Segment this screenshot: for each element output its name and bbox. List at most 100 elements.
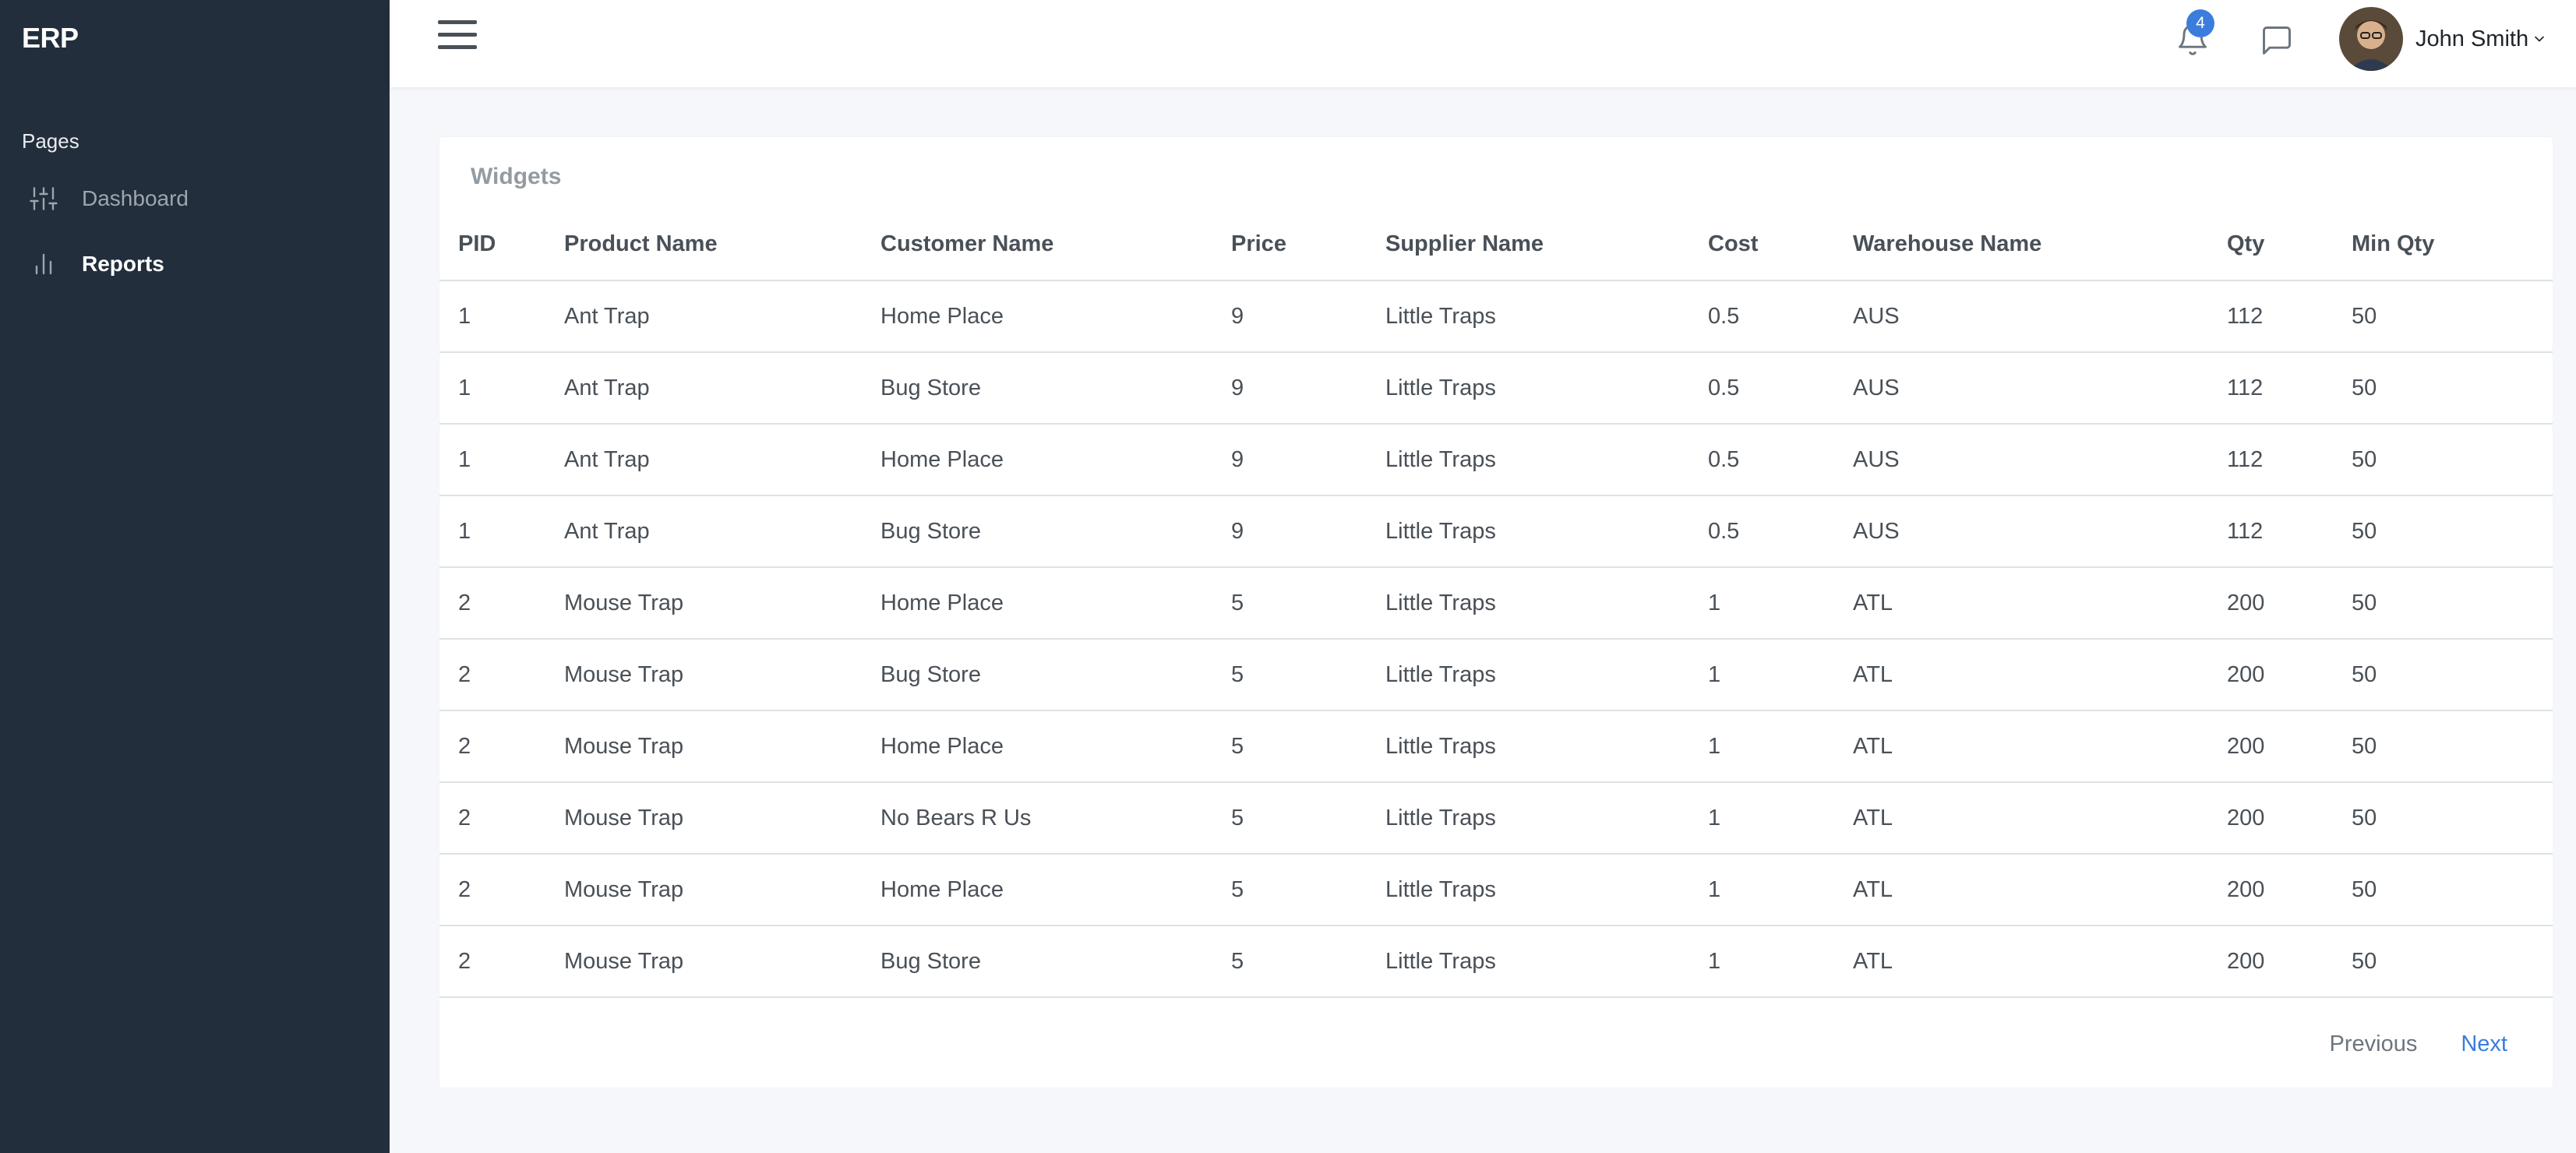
table-cell: 0.5 [1708,495,1853,568]
table-cell: 9 [1231,280,1385,353]
table-cell: Little Traps [1385,639,1708,711]
table-row: 2 Mouse Trap Bug Store 5 Little Traps 1 ATL 200… [439,639,2553,711]
table-cell: Ant Trap [564,424,880,496]
column-header: Supplier Name [1385,209,1708,281]
table-cell: Little Traps [1385,424,1708,496]
table-cell: 200 [2227,782,2352,855]
table-row: 1 Ant Trap Home Place 9 Little Traps 0.5 AUS 11… [439,424,2553,496]
table-cell: Little Traps [1385,782,1708,855]
table-cell: 1 [1708,782,1853,855]
table-cell: 112 [2227,352,2352,425]
table-cell: Little Traps [1385,495,1708,568]
column-header: PID [439,209,564,281]
table-row: 2 Mouse Trap Bug Store 5 Little Traps 1 ATL 200… [439,926,2553,998]
table-cell: 50 [2352,495,2553,568]
table-cell: Home Place [880,280,1231,353]
widgets-card: Widgets PID Product Name Customer Name P… [439,137,2553,1088]
table-cell: 1 [1708,710,1853,783]
table-cell: AUS [1853,352,2227,425]
chevron-down-icon [2535,36,2544,42]
table-cell: 200 [2227,710,2352,783]
table-cell: 2 [439,639,564,711]
table-cell: AUS [1853,280,2227,353]
card-title: Widgets [471,164,562,189]
table-cell: 1 [1708,567,1853,640]
table-cell: 1 [439,352,564,425]
column-header: Min Qty [2352,209,2553,281]
table-cell: 0.5 [1708,352,1853,425]
sidebar-item-reports[interactable]: Reports [0,237,390,291]
table-cell: Little Traps [1385,567,1708,640]
bar-chart-icon [35,253,52,275]
table-cell: Bug Store [880,495,1231,568]
sidebar-item-dashboard[interactable]: Dashboard [0,171,390,226]
table-cell: 1 [1708,639,1853,711]
column-header: Warehouse Name [1853,209,2227,281]
table-cell: 50 [2352,280,2553,353]
table-cell: 2 [439,567,564,640]
table-row: 2 Mouse Trap Home Place 5 Little Traps 1 ATL 20… [439,854,2553,926]
table-cell: Little Traps [1385,854,1708,926]
widgets-table: PID Product Name Customer Name Price Sup… [439,209,2553,998]
table-cell: Mouse Trap [564,710,880,783]
sidebar-section-header: Pages [22,129,79,153]
table-cell: ATL [1853,854,2227,926]
table-cell: 2 [439,710,564,783]
table-cell: 1 [439,280,564,353]
table-cell: Little Traps [1385,710,1708,783]
table-cell: 5 [1231,782,1385,855]
table-body: 1 Ant Trap Home Place 9 Little Traps 0.5 AUS 11… [439,280,2553,998]
table-cell: 50 [2352,854,2553,926]
table-cell: 0.5 [1708,424,1853,496]
sidebar: ERP Pages Dashboard Reports [0,0,390,1153]
table-cell: ATL [1853,782,2227,855]
table-row: 2 Mouse Trap Home Place 5 Little Traps 1 ATL 20… [439,567,2553,640]
brand-logo[interactable]: ERP [22,22,79,55]
table-cell: Ant Trap [564,280,880,353]
user-menu[interactable]: John Smith [2339,6,2547,72]
table-cell: 112 [2227,495,2352,568]
notification-badge: 4 [2186,9,2214,37]
table-cell: Mouse Trap [564,782,880,855]
column-header: Cost [1708,209,1853,281]
table-cell: ATL [1853,710,2227,783]
table-cell: 1 [439,495,564,568]
table-cell: Bug Store [880,926,1231,998]
table-cell: Ant Trap [564,352,880,425]
table-cell: ATL [1853,926,2227,998]
table-cell: 200 [2227,926,2352,998]
menu-toggle-icon[interactable] [438,20,478,53]
table-cell: Little Traps [1385,280,1708,353]
table-cell: Home Place [880,424,1231,496]
table-cell: 5 [1231,926,1385,998]
table-cell: ATL [1853,567,2227,640]
column-header: Customer Name [880,209,1231,281]
table-row: 1 Ant Trap Bug Store 9 Little Traps 0.5 AUS 112… [439,352,2553,425]
message-icon[interactable] [2260,23,2294,58]
table-cell: Ant Trap [564,495,880,568]
table-cell: ATL [1853,639,2227,711]
table-cell: 50 [2352,926,2553,998]
table-cell: Home Place [880,567,1231,640]
next-button[interactable]: Next [2461,1031,2507,1057]
table-cell: 50 [2352,567,2553,640]
table-cell: 2 [439,782,564,855]
table-cell: 112 [2227,280,2352,353]
table-cell: 200 [2227,639,2352,711]
table-cell: 2 [439,926,564,998]
table-cell: 2 [439,854,564,926]
sidebar-item-label: Dashboard [82,186,189,210]
table-cell: 50 [2352,782,2553,855]
table-cell: Home Place [880,710,1231,783]
table-row: 1 Ant Trap Bug Store 9 Little Traps 0.5 AUS 112… [439,495,2553,568]
previous-button[interactable]: Previous [2330,1031,2418,1057]
sliders-icon [30,187,58,210]
table-cell: Little Traps [1385,926,1708,998]
table-cell: AUS [1853,495,2227,568]
table-cell: 50 [2352,424,2553,496]
table-cell: 200 [2227,567,2352,640]
table-cell: Mouse Trap [564,639,880,711]
table-cell: 9 [1231,495,1385,568]
column-header: Price [1231,209,1385,281]
user-name: John Smith [2415,26,2529,51]
